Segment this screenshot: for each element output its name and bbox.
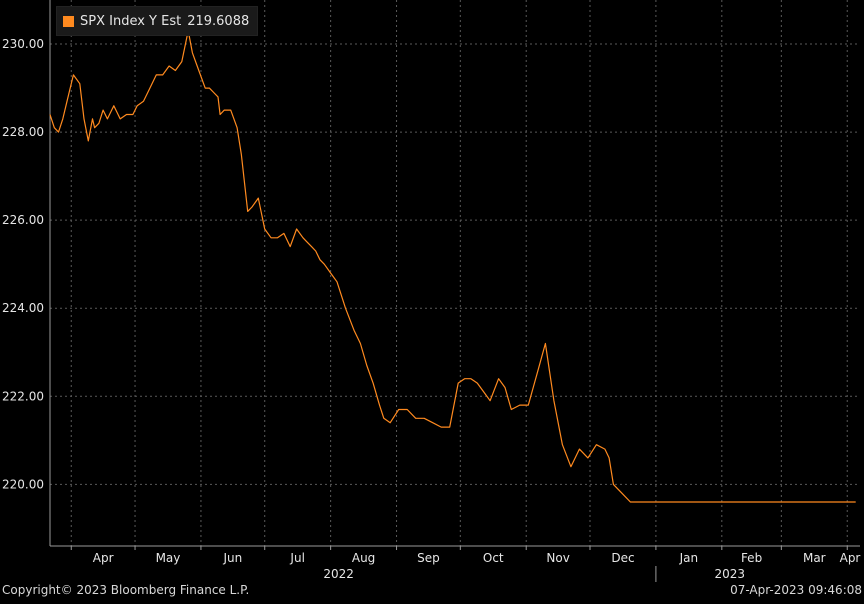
x-tick-label: Nov [546, 551, 569, 565]
copyright-text: Copyright© 2023 Bloomberg Finance L.P. [2, 583, 250, 597]
y-tick-label: 224.00 [2, 301, 44, 315]
y-tick-label: 230.00 [2, 37, 44, 51]
x-tick-label: May [156, 551, 181, 565]
x-tick-label: Feb [741, 551, 762, 565]
x-tick-label: Mar [803, 551, 826, 565]
x-tick-label: Jan [679, 551, 699, 565]
chart-svg: 220.00 222.00 224.00 226.00 228.00 230.00 Apr M… [2, 0, 860, 582]
grid-layer [50, 0, 860, 546]
y-tick-label: 222.00 [2, 389, 44, 403]
x-tick-label: Apr [93, 551, 114, 565]
y-tick-label: 220.00 [2, 477, 44, 491]
x-tick-label: Jun [222, 551, 242, 565]
x-tick-label: Aug [352, 551, 375, 565]
legend-label: SPX Index Y Est [80, 13, 182, 29]
legend-swatch [63, 15, 74, 27]
x-tick-label: Oct [483, 551, 504, 565]
series-line [49, 30, 856, 503]
chart-area: 220.00 222.00 224.00 226.00 228.00 230.00 Apr M… [0, 0, 864, 599]
year-label: 2022 [323, 567, 354, 581]
axis-layer [49, 0, 860, 582]
timestamp-text: 07-Apr-2023 09:46:08 [730, 583, 862, 597]
series-layer [49, 30, 856, 503]
x-tick-label: Sep [417, 551, 440, 565]
y-tick-label: 228.00 [2, 125, 44, 139]
label-layer: 220.00 222.00 224.00 226.00 228.00 230.00 Apr M… [2, 37, 860, 581]
x-tick-label: Jul [289, 551, 304, 565]
year-label: 2023 [715, 567, 746, 581]
x-tick-label: Apr [840, 551, 861, 565]
legend-value: 219.6088 [187, 13, 250, 29]
x-tick-label: Dec [611, 551, 634, 565]
legend: SPX Index Y Est 219.6088 [56, 6, 259, 36]
y-tick-label: 226.00 [2, 213, 44, 227]
